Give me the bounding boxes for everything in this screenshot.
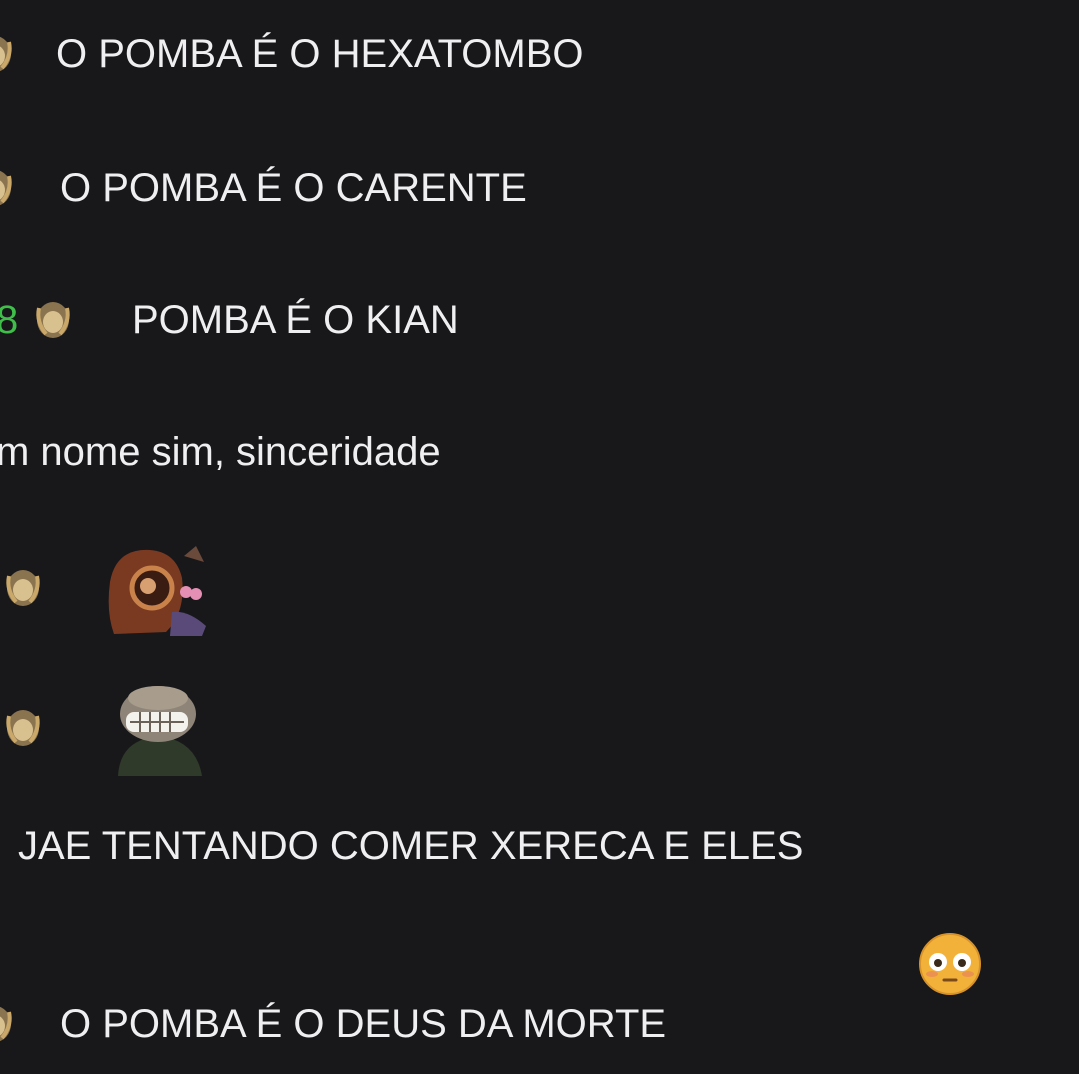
laurel-badge-icon[interactable] (0, 1000, 18, 1046)
chat-message[interactable]: O POMBA É O CARENTE (0, 158, 1079, 218)
message-text: O POMBA É O HEXATOMBO (56, 32, 584, 76)
message-text: POMBA É O KIAN (132, 298, 459, 342)
chat-message[interactable]: JAE TENTANDO COMER XERECA E ELES (0, 816, 1079, 876)
laurel-badge-icon[interactable] (0, 564, 46, 610)
message-text: m nome sim, sinceridade (0, 430, 441, 474)
chat-message[interactable] (0, 680, 1079, 780)
message-text: O POMBA É O DEUS DA MORTE (60, 1002, 667, 1046)
chat-feed: O POMBA É O HEXATOMBO O POMBA É O CARENT… (0, 0, 1079, 1074)
grinning-hooded-figure-emote[interactable] (110, 680, 208, 776)
message-text: JAE TENTANDO COMER XERECA E ELES (18, 824, 804, 868)
laurel-badge-icon[interactable] (0, 704, 46, 750)
username[interactable]: 8 (0, 296, 18, 344)
flushed-face-emoji[interactable] (918, 932, 982, 996)
chat-message[interactable]: 8 POMBA É O KIAN (0, 290, 1079, 350)
brown-creature-emote[interactable] (106, 542, 210, 638)
chat-message[interactable] (0, 540, 1079, 640)
chat-message[interactable]: O POMBA É O HEXATOMBO (0, 24, 1079, 84)
laurel-badge-icon[interactable] (0, 164, 18, 210)
message-text: O POMBA É O CARENTE (60, 166, 527, 210)
chat-message[interactable]: m nome sim, sinceridade (0, 422, 1079, 482)
laurel-badge-icon[interactable] (0, 30, 18, 76)
laurel-badge-icon[interactable] (30, 296, 76, 342)
chat-message[interactable]: O POMBA É O DEUS DA MORTE (0, 994, 1079, 1054)
